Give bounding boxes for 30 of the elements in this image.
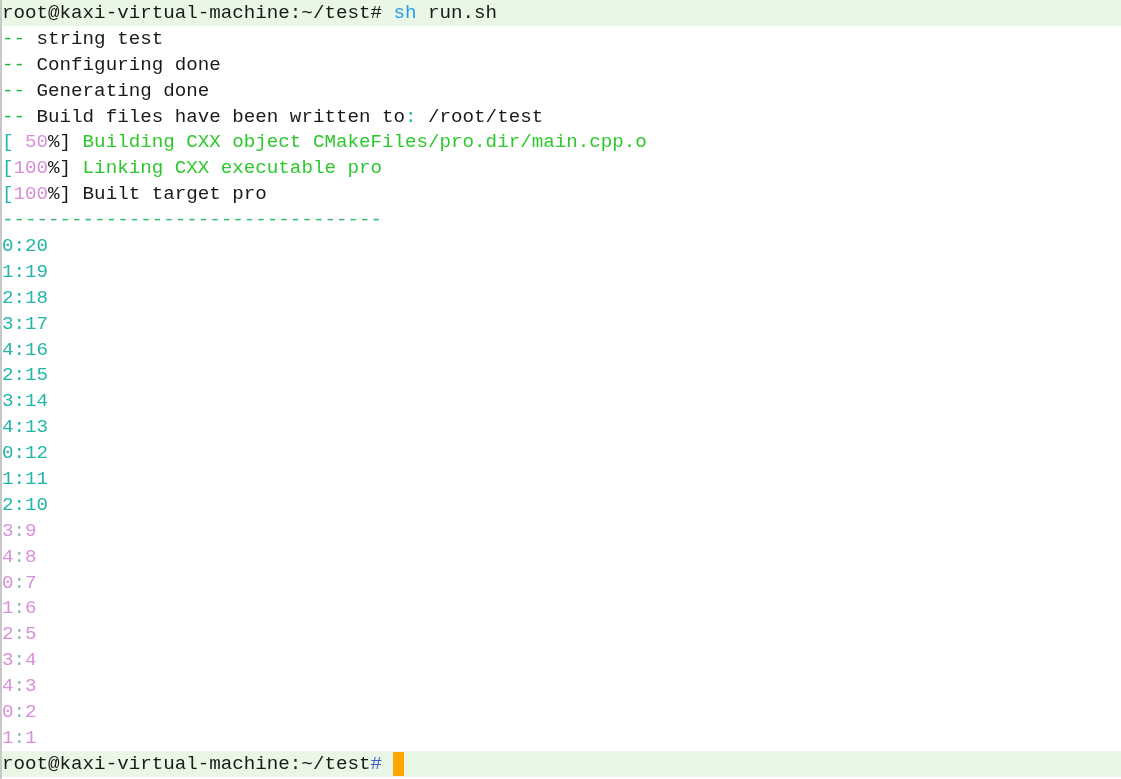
output-line: 0:7 — [2, 571, 37, 594]
output-line: -- Configuring done — [2, 53, 221, 76]
output-line: 1:1 — [2, 726, 37, 749]
output-line: 2:15 — [2, 364, 49, 387]
output-line: 2:5 — [2, 623, 37, 646]
output-line: 1:19 — [2, 260, 49, 283]
output-line: 4:13 — [2, 416, 49, 439]
output-line: 3:4 — [2, 649, 37, 672]
output-line: [100%] Built target pro — [2, 183, 267, 206]
output-line: [100%] Linking CXX executable pro — [2, 157, 382, 180]
output-line: 4:8 — [2, 545, 37, 568]
output-line: 0:20 — [2, 234, 49, 257]
output-line: 0:12 — [2, 442, 49, 465]
output-line: 1:11 — [2, 467, 49, 490]
output-line: -- string test — [2, 27, 164, 50]
output-line: 3:17 — [2, 312, 49, 335]
output-line: -- Build files have been written to: /root/test — [2, 105, 544, 128]
output-line: 3:14 — [2, 390, 49, 413]
prompt-text: root@kaxi-virtual-machine:~/test# sh run.sh — [2, 1, 498, 24]
output-line: 2:10 — [2, 493, 49, 516]
output-line: --------------------------------- — [2, 209, 382, 232]
output-line: [ 50%] Building CXX object CMakeFiles/pro.dir/main.cpp.o — [2, 131, 647, 154]
output-line: -- Generating done — [2, 79, 210, 102]
output-line: 3:9 — [2, 519, 37, 542]
output-line: 4:16 — [2, 338, 49, 361]
output-line: 4:3 — [2, 675, 37, 698]
output-line: 1:6 — [2, 597, 37, 620]
output-line: 0:2 — [2, 701, 37, 723]
prompt-text: root@kaxi-virtual-machine:~/test# — [2, 752, 382, 775]
output-line: 2:18 — [2, 286, 49, 309]
